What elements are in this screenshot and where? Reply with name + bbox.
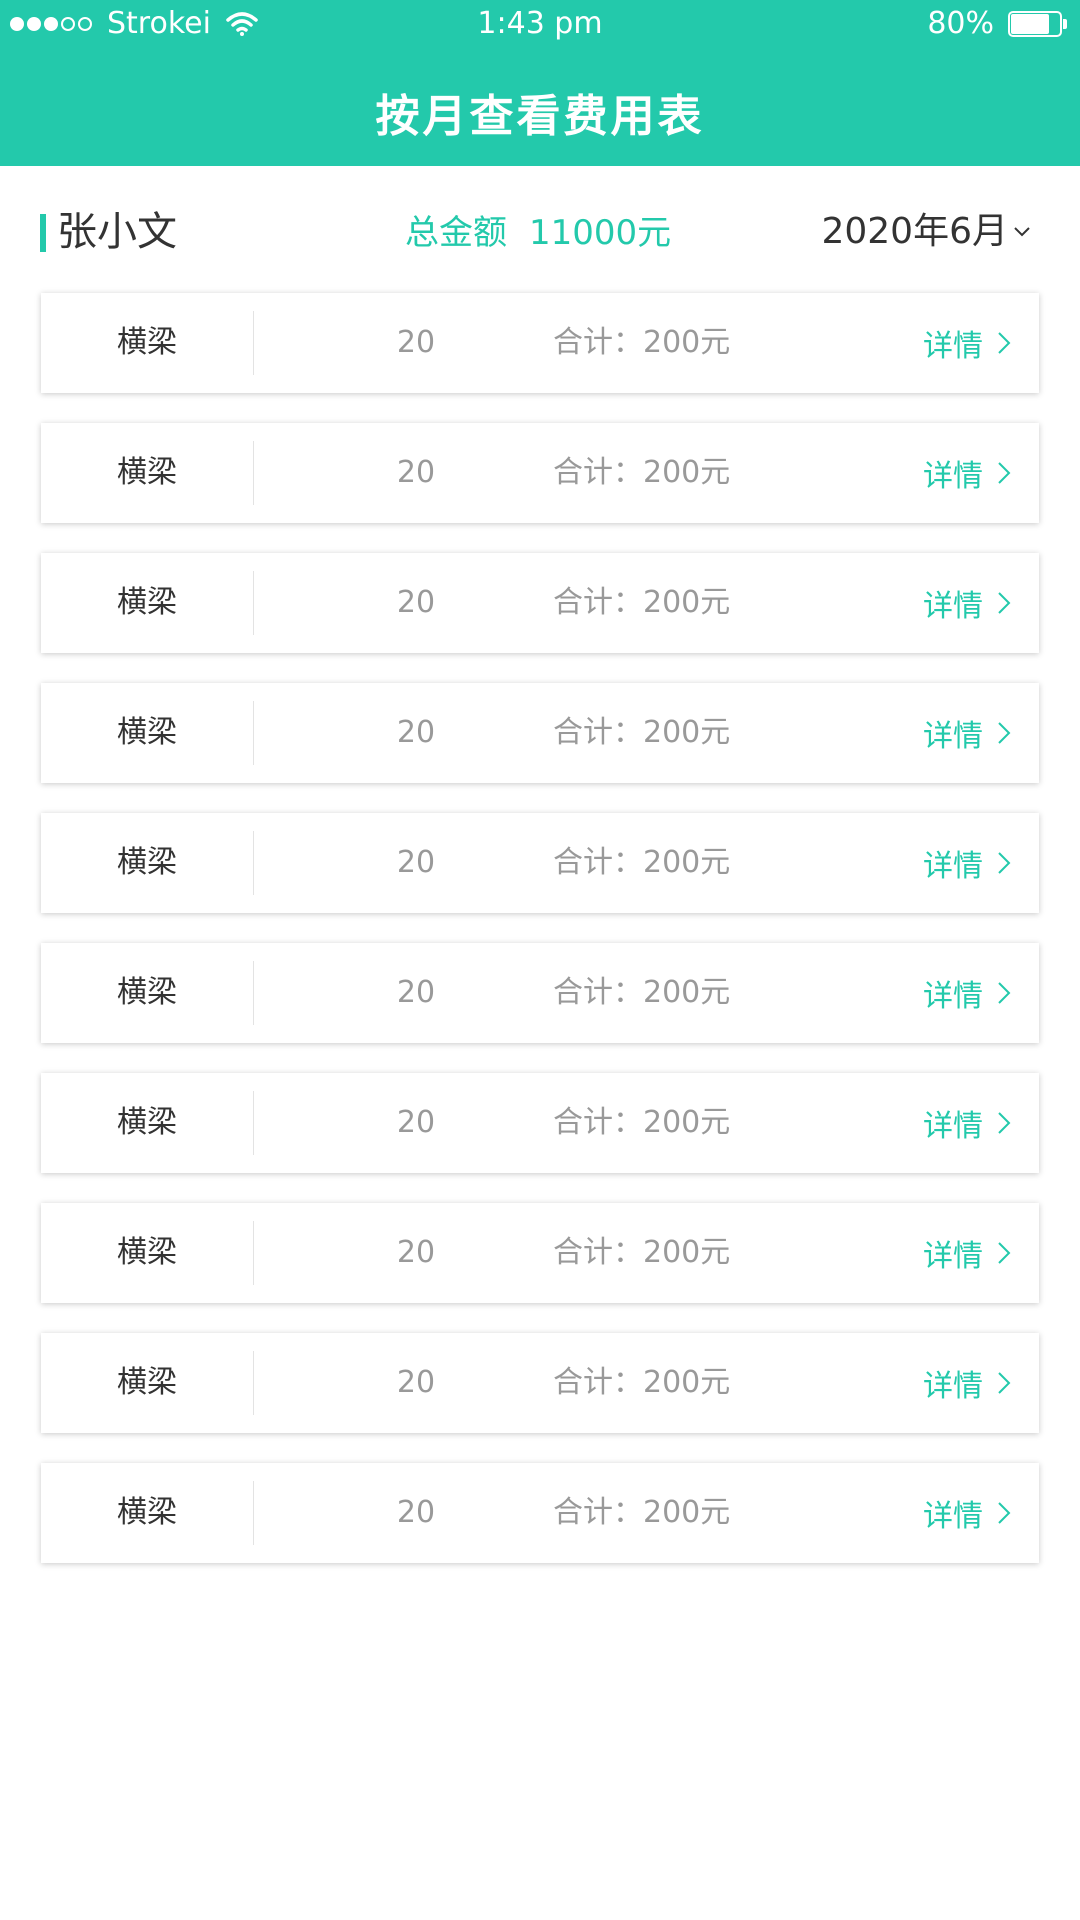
divider <box>253 1481 254 1545</box>
item-quantity: 20 <box>396 715 436 750</box>
detail-link[interactable]: 详情 <box>923 1203 1011 1303</box>
divider <box>253 701 254 765</box>
item-name: 横梁 <box>117 585 177 620</box>
header: Strokei 1:43 pm 80% 按月查看费用表 <box>0 0 1080 166</box>
item-name: 横梁 <box>117 1235 177 1270</box>
chevron-right-icon <box>998 332 1011 354</box>
chevron-right-icon <box>998 1242 1011 1264</box>
item-name: 横梁 <box>117 845 177 880</box>
item-total: 合计：200元 <box>553 1365 731 1400</box>
total-amount: 总金额 11000元 <box>405 210 671 256</box>
battery-icon <box>1008 10 1068 37</box>
item-quantity: 20 <box>396 325 436 360</box>
status-bar: Strokei 1:43 pm 80% <box>0 0 1080 50</box>
item-total: 合计：200元 <box>553 1105 731 1140</box>
divider <box>253 1221 254 1285</box>
item-total: 合计：200元 <box>553 715 731 750</box>
status-right: 80% <box>927 6 1068 41</box>
detail-label: 详情 <box>923 979 983 1014</box>
list-item: 横梁 20 合计：200元 详情 <box>41 553 1039 653</box>
detail-label: 详情 <box>923 1499 983 1534</box>
divider <box>253 441 254 505</box>
item-total: 合计：200元 <box>553 585 731 620</box>
list-item: 横梁 20 合计：200元 详情 <box>41 1073 1039 1173</box>
chevron-right-icon <box>998 1372 1011 1394</box>
item-name: 横梁 <box>117 975 177 1010</box>
list-item: 横梁 20 合计：200元 详情 <box>41 683 1039 783</box>
detail-label: 详情 <box>923 849 983 884</box>
detail-link[interactable]: 详情 <box>923 1463 1011 1563</box>
chevron-right-icon <box>998 982 1011 1004</box>
detail-link[interactable]: 详情 <box>923 1073 1011 1173</box>
item-quantity: 20 <box>396 585 436 620</box>
expense-list: 横梁 20 合计：200元 详情 横梁 20 合计：200元 详情 横梁 20 … <box>41 293 1039 1593</box>
list-item: 横梁 20 合计：200元 详情 <box>41 943 1039 1043</box>
detail-link[interactable]: 详情 <box>923 683 1011 783</box>
status-time: 1:43 pm <box>477 6 603 41</box>
item-quantity: 20 <box>396 1235 436 1270</box>
divider <box>253 311 254 375</box>
item-name: 横梁 <box>117 325 177 360</box>
list-item: 横梁 20 合计：200元 详情 <box>41 293 1039 393</box>
detail-label: 详情 <box>923 1109 983 1144</box>
battery-percent: 80% <box>927 6 994 41</box>
detail-link[interactable]: 详情 <box>923 293 1011 393</box>
item-quantity: 20 <box>396 1365 436 1400</box>
summary-bar: 张小文 总金额 11000元 2020年6月 <box>0 166 1080 292</box>
chevron-right-icon <box>998 462 1011 484</box>
item-total: 合计：200元 <box>553 1495 731 1530</box>
total-label: 总金额 <box>405 213 507 253</box>
total-value: 11000元 <box>529 213 672 253</box>
detail-label: 详情 <box>923 1239 983 1274</box>
item-total: 合计：200元 <box>553 845 731 880</box>
chevron-right-icon <box>998 722 1011 744</box>
user-name: 张小文 <box>57 209 177 255</box>
detail-link[interactable]: 详情 <box>923 553 1011 653</box>
page-title: 按月查看费用表 <box>375 91 705 142</box>
item-total: 合计：200元 <box>553 325 731 360</box>
chevron-down-icon <box>1014 227 1030 237</box>
detail-link[interactable]: 详情 <box>923 1333 1011 1433</box>
detail-link[interactable]: 详情 <box>923 423 1011 523</box>
detail-label: 详情 <box>923 719 983 754</box>
divider <box>253 1091 254 1155</box>
battery-tip <box>1063 18 1067 29</box>
item-name: 横梁 <box>117 1365 177 1400</box>
list-item: 横梁 20 合计：200元 详情 <box>41 1463 1039 1563</box>
month-value: 2020年6月 <box>821 211 1008 252</box>
divider <box>253 1351 254 1415</box>
item-quantity: 20 <box>396 845 436 880</box>
item-name: 横梁 <box>117 715 177 750</box>
item-name: 横梁 <box>117 1495 177 1530</box>
list-item: 横梁 20 合计：200元 详情 <box>41 813 1039 913</box>
item-total: 合计：200元 <box>553 1235 731 1270</box>
item-quantity: 20 <box>396 975 436 1010</box>
detail-link[interactable]: 详情 <box>923 813 1011 913</box>
list-item: 横梁 20 合计：200元 详情 <box>41 423 1039 523</box>
detail-link[interactable]: 详情 <box>923 943 1011 1043</box>
list-item: 横梁 20 合计：200元 详情 <box>41 1203 1039 1303</box>
item-quantity: 20 <box>396 455 436 490</box>
item-quantity: 20 <box>396 1495 436 1530</box>
chevron-right-icon <box>998 592 1011 614</box>
item-total: 合计：200元 <box>553 975 731 1010</box>
divider <box>253 571 254 635</box>
detail-label: 详情 <box>923 329 983 364</box>
item-quantity: 20 <box>396 1105 436 1140</box>
divider <box>253 961 254 1025</box>
chevron-right-icon <box>998 1112 1011 1134</box>
item-total: 合计：200元 <box>553 455 731 490</box>
detail-label: 详情 <box>923 459 983 494</box>
name-marker <box>40 214 46 252</box>
chevron-right-icon <box>998 1502 1011 1524</box>
item-name: 横梁 <box>117 455 177 490</box>
divider <box>253 831 254 895</box>
list-item: 横梁 20 合计：200元 详情 <box>41 1333 1039 1433</box>
chevron-right-icon <box>998 852 1011 874</box>
battery-fill <box>1011 13 1049 34</box>
detail-label: 详情 <box>923 589 983 624</box>
item-name: 横梁 <box>117 1105 177 1140</box>
month-dropdown[interactable]: 2020年6月 <box>821 208 1032 256</box>
detail-label: 详情 <box>923 1369 983 1404</box>
